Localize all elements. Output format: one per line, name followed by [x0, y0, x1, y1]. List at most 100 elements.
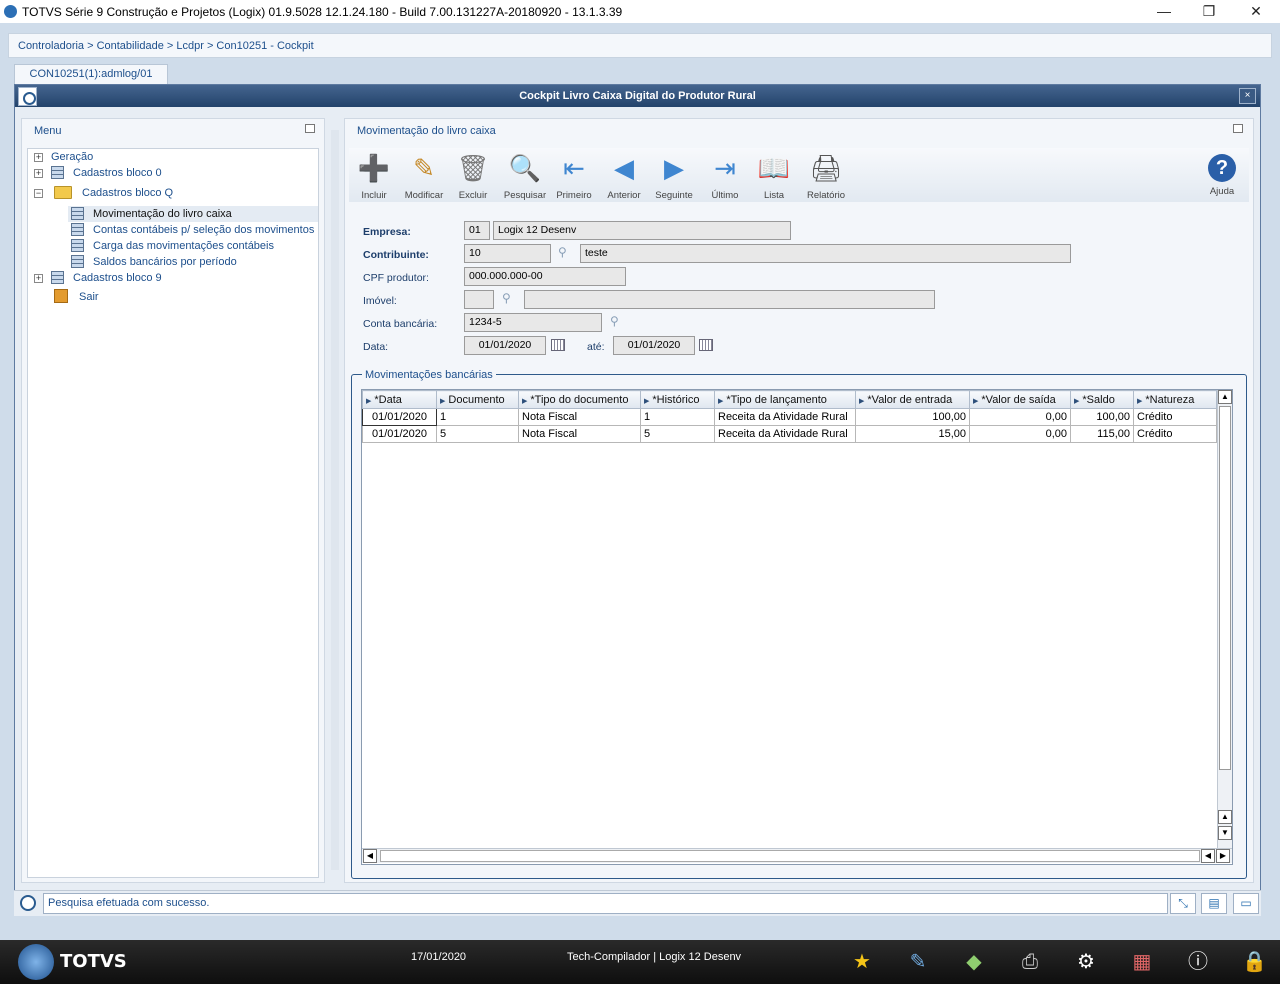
scroll-down-icon[interactable]: ▼	[1218, 826, 1232, 840]
minimize-button[interactable]: —	[1142, 2, 1186, 22]
printer-icon[interactable]: ⎙	[1018, 950, 1042, 974]
scroll-left-icon[interactable]: ◀	[363, 849, 377, 863]
table-cell[interactable]: 0,00	[969, 408, 1071, 426]
contribuinte-search-icon[interactable]: ⚲	[558, 245, 572, 259]
empresa-code-field[interactable]: 01	[464, 221, 490, 240]
column-header[interactable]: Documento	[436, 390, 519, 409]
column-header[interactable]: *Valor de saída	[969, 390, 1071, 409]
conta-search-icon[interactable]: ⚲	[610, 314, 624, 328]
tree-item-sair[interactable]: Sair	[79, 291, 99, 303]
contribuinte-code-field[interactable]: 10	[464, 244, 551, 263]
table-cell[interactable]: Receita da Atividade Rural	[714, 408, 856, 426]
data-label: Data:	[363, 341, 389, 353]
toolbar-anterior-button[interactable]: ◀ Anterior	[600, 152, 648, 201]
menu-collapse-button[interactable]	[305, 124, 315, 133]
expand-icon[interactable]: +	[34, 153, 43, 162]
table-cell[interactable]: 5	[436, 425, 519, 443]
table-cell[interactable]: Nota Fiscal	[518, 425, 641, 443]
vertical-scrollbar[interactable]: ▲ ▲ ▼	[1217, 390, 1232, 848]
chart-icon[interactable]: ▦	[1130, 950, 1154, 974]
book-icon: 📖	[757, 153, 791, 183]
help-icon[interactable]: ⓘ	[1186, 950, 1210, 974]
grid-icon	[71, 207, 84, 220]
table-cell[interactable]: 1	[436, 408, 519, 426]
cube-icon[interactable]: ◆	[962, 950, 986, 974]
scroll-left-icon[interactable]: ◀	[1201, 849, 1215, 863]
toolbar-excluir-button[interactable]: 🗑 Excluir	[449, 152, 497, 201]
column-header[interactable]: *Tipo de lançamento	[714, 390, 856, 409]
edit-pen-icon[interactable]: ✎	[906, 950, 930, 974]
toolbar-ultimo-button[interactable]: ⇥ Último	[701, 152, 749, 201]
tree-item-cadastros-bloco-0[interactable]: Cadastros bloco 0	[73, 167, 162, 179]
panel-splitter[interactable]	[331, 130, 339, 870]
gear-icon[interactable]: ⚙	[1074, 950, 1098, 974]
toolbar-relatorio-button[interactable]: 🖨 Relatório	[802, 152, 850, 201]
tree-item-cadastros-bloco-9[interactable]: Cadastros bloco 9	[73, 272, 162, 284]
breadcrumb[interactable]: Controladoria > Contabilidade > Lcdpr > …	[18, 40, 314, 52]
toolbar-modificar-button[interactable]: ✎ Modificar	[400, 152, 448, 201]
toolbar-primeiro-button[interactable]: ⇤ Primeiro	[550, 152, 598, 201]
close-button[interactable]: ✕	[1234, 2, 1278, 22]
conta-bancaria-field[interactable]: 1234-5	[464, 313, 602, 332]
calendar-icon[interactable]	[551, 339, 565, 351]
table-cell[interactable]: Nota Fiscal	[518, 408, 641, 426]
scroll-thumb[interactable]	[1219, 406, 1231, 770]
lock-icon[interactable]: 🔒	[1242, 950, 1267, 974]
table-row[interactable]: 01/01/2020 1 Nota Fiscal 1 Receita da At…	[362, 408, 1217, 426]
maximize-button[interactable]: ❐	[1187, 2, 1231, 22]
imovel-code-field[interactable]	[464, 290, 494, 309]
table-cell[interactable]: 115,00	[1070, 425, 1134, 443]
table-cell[interactable]: Crédito	[1133, 408, 1217, 426]
column-header[interactable]: *Natureza	[1133, 390, 1217, 409]
chat-icon[interactable]: ▭	[1233, 893, 1259, 914]
column-header[interactable]: *Histórico	[640, 390, 715, 409]
toolbar-ajuda-button[interactable]: ? Ajuda	[1198, 152, 1246, 197]
main-panel-collapse-button[interactable]	[1233, 124, 1243, 133]
expand-icon[interactable]: +	[34, 169, 43, 178]
tree-item-geracao[interactable]: Geração	[51, 151, 93, 163]
toolbar-lista-button[interactable]: 📖 Lista	[750, 152, 798, 201]
table-cell[interactable]: 01/01/2020	[362, 408, 437, 426]
cpf-field[interactable]: 000.000.000-00	[464, 267, 626, 286]
toolbar-incluir-button[interactable]: ➕ Incluir	[350, 152, 398, 201]
toolbar-pesquisar-button[interactable]: 🔍 Pesquisar	[501, 152, 549, 201]
table-cell[interactable]: 1	[640, 408, 715, 426]
table-cell[interactable]: 01/01/2020	[362, 425, 437, 443]
scroll-thumb[interactable]	[380, 850, 1200, 862]
table-cell[interactable]: Receita da Atividade Rural	[714, 425, 856, 443]
favorites-star-icon[interactable]: ★	[850, 950, 874, 974]
table-cell[interactable]: Crédito	[1133, 425, 1217, 443]
column-header[interactable]: *Data	[362, 390, 437, 409]
tree-item-contas-contabeis[interactable]: Contas contábeis p/ seleção dos moviment…	[93, 224, 314, 236]
toolbar-seguinte-button[interactable]: ▶ Seguinte	[650, 152, 698, 201]
collapse-icon[interactable]: −	[34, 189, 43, 198]
expand-icon[interactable]: +	[34, 274, 43, 283]
column-header[interactable]: *Tipo do documento	[518, 390, 641, 409]
calendar-icon[interactable]	[699, 339, 713, 351]
table-cell[interactable]: 0,00	[969, 425, 1071, 443]
imovel-name-field	[524, 290, 935, 309]
column-header[interactable]: *Saldo	[1070, 390, 1134, 409]
table-cell[interactable]: 100,00	[855, 408, 970, 426]
tree-item-cadastros-bloco-q[interactable]: Cadastros bloco Q	[82, 187, 173, 199]
tree-item-carga-movimentacoes[interactable]: Carga das movimentações contábeis	[93, 240, 274, 252]
data-from-field[interactable]: 01/01/2020	[464, 336, 546, 355]
link-icon[interactable]: ⤡	[1170, 893, 1196, 914]
tab-con10251[interactable]: CON10251(1):admlog/01	[14, 64, 168, 84]
scroll-up-icon[interactable]: ▲	[1218, 390, 1232, 404]
imovel-search-icon[interactable]: ⚲	[502, 291, 516, 305]
scroll-right-icon[interactable]: ▶	[1216, 849, 1230, 863]
horizontal-scrollbar[interactable]: ◀ ◀ ▶	[362, 848, 1232, 863]
scroll-up-icon[interactable]: ▲	[1218, 810, 1232, 824]
user-icon[interactable]: ▤	[1201, 893, 1227, 914]
last-icon: ⇥	[714, 153, 736, 183]
table-row[interactable]: 01/01/2020 5 Nota Fiscal 5 Receita da At…	[362, 425, 1217, 443]
data-to-field[interactable]: 01/01/2020	[613, 336, 695, 355]
dialog-close-button[interactable]: ×	[1239, 88, 1256, 104]
column-header[interactable]: *Valor de entrada	[855, 390, 970, 409]
tree-item-saldos-bancarios[interactable]: Saldos bancários por período	[93, 256, 237, 268]
table-cell[interactable]: 5	[640, 425, 715, 443]
table-cell[interactable]: 15,00	[855, 425, 970, 443]
tree-item-movimentacao-livro-caixa[interactable]: Movimentação do livro caixa	[93, 208, 232, 220]
table-cell[interactable]: 100,00	[1070, 408, 1134, 426]
